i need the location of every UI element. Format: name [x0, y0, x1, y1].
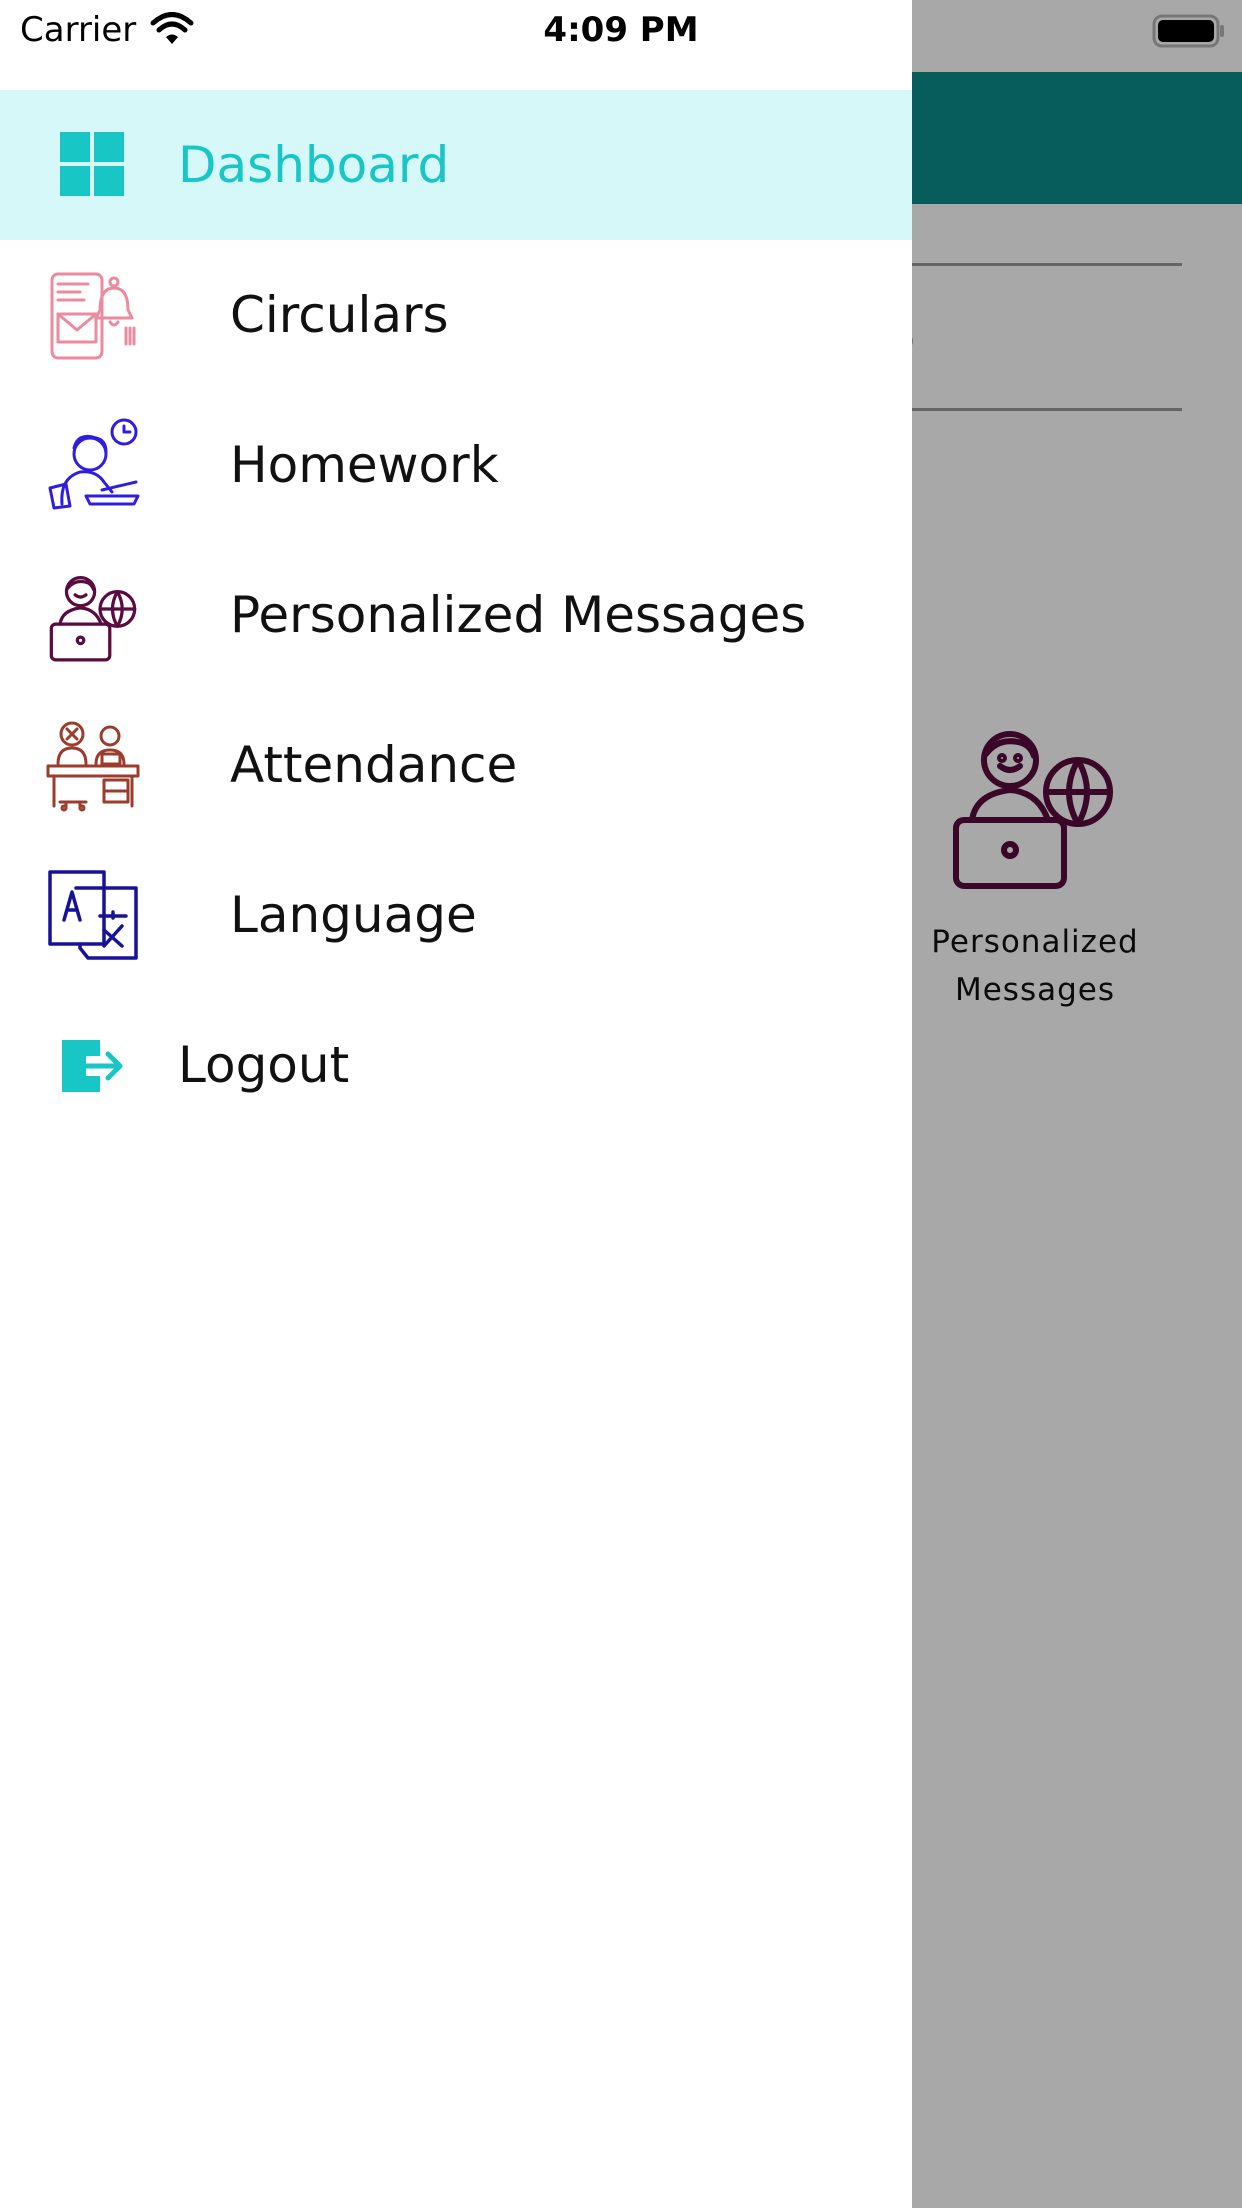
drawer-item-label: Language — [230, 886, 477, 944]
battery-icon — [1152, 14, 1224, 48]
drawer-item-logout[interactable]: Logout — [0, 990, 912, 1140]
drawer-item-homework[interactable]: Homework — [0, 390, 912, 540]
attendance-desk-icon — [46, 721, 140, 812]
navigation-drawer: Dashboard Circulars Homework Personalize… — [0, 0, 912, 2208]
personalized-messages-icon — [49, 575, 137, 662]
drawer-item-label: Attendance — [230, 736, 518, 794]
drawer-item-personalized-messages[interactable]: Personalized Messages — [0, 540, 912, 690]
drawer-item-label: Personalized Messages — [230, 586, 807, 644]
logout-icon — [62, 1040, 123, 1092]
drawer-item-label: Homework — [230, 436, 499, 494]
drawer-item-label: Dashboard — [178, 136, 450, 194]
language-translate-icon — [48, 870, 138, 960]
dashboard-grid-icon — [60, 132, 124, 196]
drawer-item-dashboard[interactable]: Dashboard — [0, 90, 912, 240]
drawer-item-language[interactable]: Language — [0, 840, 912, 990]
status-bar: Carrier 4:09 PM — [0, 0, 1242, 64]
circulars-phone-bell-icon — [50, 272, 136, 360]
drawer-item-label: Logout — [178, 1036, 350, 1094]
homework-student-icon — [48, 418, 140, 510]
drawer-item-circulars[interactable]: Circulars — [0, 240, 912, 390]
drawer-item-label: Circulars — [230, 286, 449, 344]
status-time: 4:09 PM — [543, 10, 699, 50]
drawer-item-attendance[interactable]: Attendance — [0, 690, 912, 840]
